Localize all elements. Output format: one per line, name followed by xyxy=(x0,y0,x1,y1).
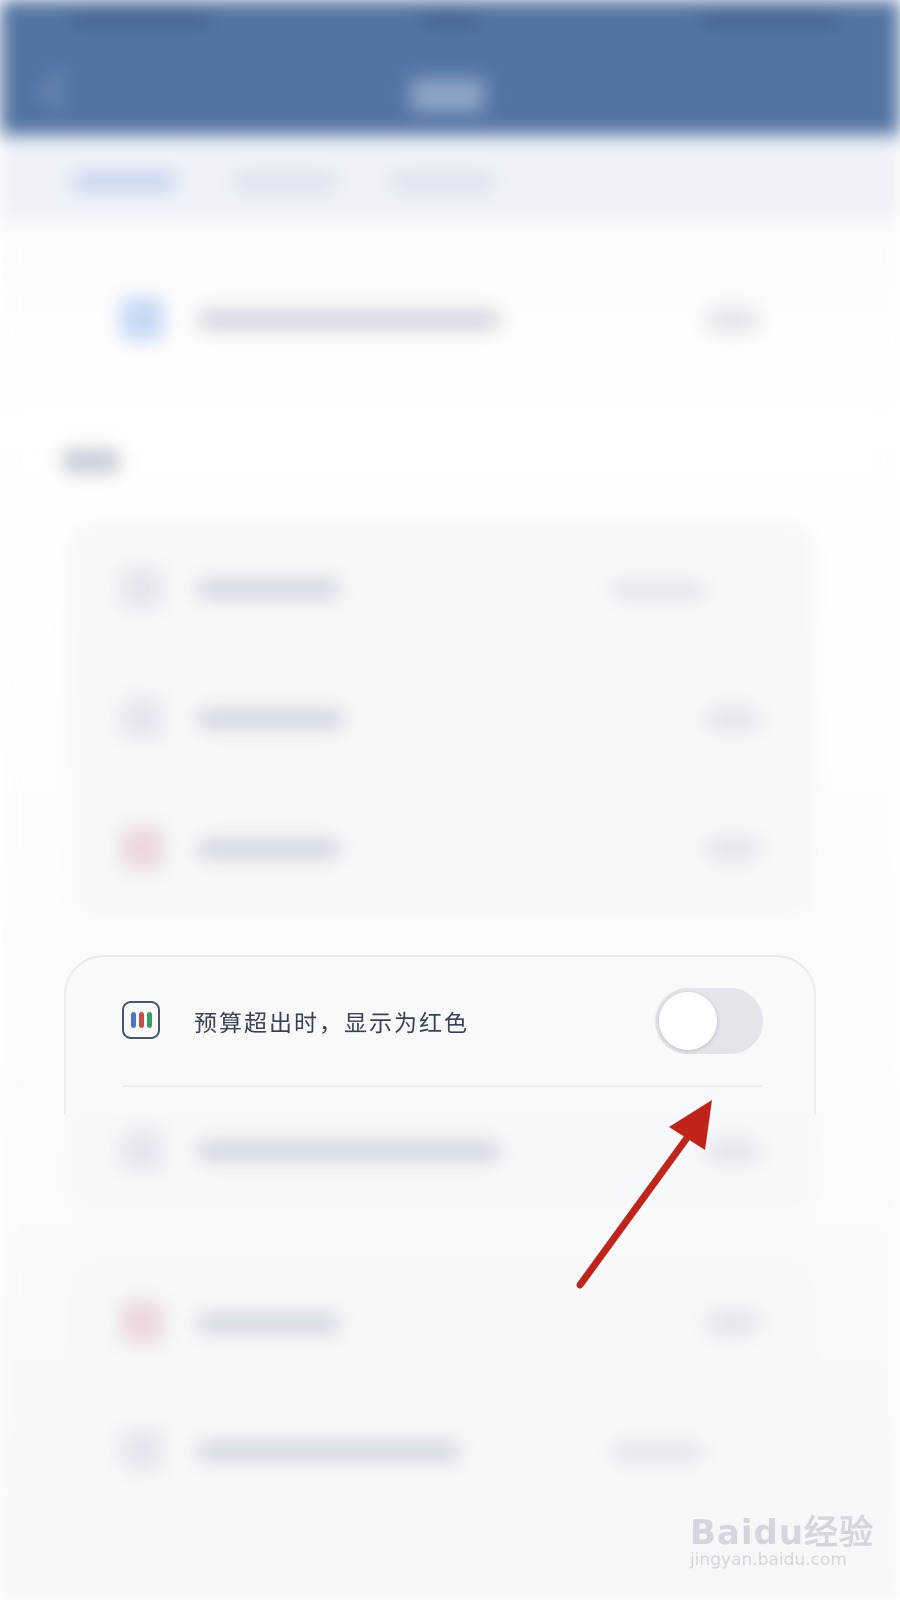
blurred-row-icon xyxy=(120,566,164,610)
blurred-row-icon xyxy=(120,696,164,740)
blurred-row-icon xyxy=(120,297,164,341)
blurred-row-text xyxy=(196,1140,501,1162)
baidu-jingyan-watermark: Baidu经验 jingyan.baidu.com xyxy=(690,1505,873,1585)
blurred-row-text xyxy=(196,838,341,860)
toggle-knob[interactable] xyxy=(659,992,717,1050)
blurred-row-text xyxy=(196,309,501,331)
blurred-row-control[interactable] xyxy=(705,1138,760,1164)
blurred-row-icon xyxy=(120,1300,164,1344)
header-title-blurred xyxy=(410,78,485,112)
icon-bar-red xyxy=(138,1012,144,1028)
blurred-row-text xyxy=(196,1312,341,1334)
blurred-row-icon xyxy=(120,826,164,870)
blurred-row-icon xyxy=(120,1428,164,1472)
status-bar-right xyxy=(700,14,840,28)
setting-label: 预算超出时，显示为红色 xyxy=(194,1011,469,1037)
watermark-url: jingyan.baidu.com xyxy=(690,1550,847,1570)
blurred-row-control[interactable] xyxy=(705,836,760,862)
tab-2-blurred[interactable] xyxy=(232,172,337,192)
blurred-row-text xyxy=(196,578,341,600)
status-bar-center xyxy=(420,14,480,28)
icon-bar-blue xyxy=(130,1012,136,1028)
blurred-row-value xyxy=(610,580,705,600)
blurred-settings-card xyxy=(68,1260,816,1520)
tab-1-blurred[interactable] xyxy=(72,172,177,192)
blurred-background xyxy=(0,0,900,1600)
icon-bar-green xyxy=(146,1012,152,1028)
watermark-brand: Baidu经验 xyxy=(690,1513,875,1553)
over-budget-red-toggle[interactable] xyxy=(655,988,763,1054)
blurred-row-value xyxy=(610,1442,705,1462)
blurred-section-title xyxy=(62,448,120,474)
highlighted-setting-card: 预算超出时，显示为红色 xyxy=(64,955,816,1115)
status-bar-left xyxy=(70,14,210,28)
app-header xyxy=(0,0,900,135)
blurred-row-control[interactable] xyxy=(705,706,760,732)
blurred-row-icon xyxy=(120,1128,164,1172)
back-icon[interactable] xyxy=(42,72,80,110)
blurred-settings-card xyxy=(68,520,816,920)
blurred-row-control[interactable] xyxy=(705,1310,760,1336)
tab-3-blurred[interactable] xyxy=(390,172,495,192)
budget-bars-icon xyxy=(122,1001,160,1039)
blurred-row-text xyxy=(196,1440,461,1462)
blurred-row-text xyxy=(196,708,346,730)
row-divider xyxy=(122,1085,762,1087)
blurred-row-control[interactable] xyxy=(705,307,760,333)
